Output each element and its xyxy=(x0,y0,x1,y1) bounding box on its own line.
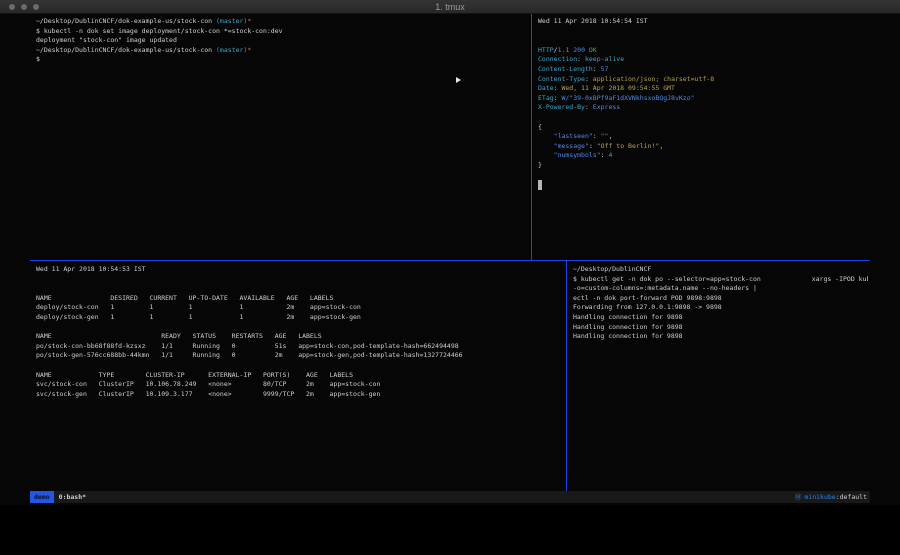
terminal-line xyxy=(36,275,562,285)
terminal-line xyxy=(538,113,868,123)
tmux-pane-border-vertical-bottom xyxy=(566,261,567,491)
terminal-line: Content-Length: 57 xyxy=(538,65,868,75)
tmux-status-left: demo 0:bash* xyxy=(30,491,86,503)
terminal-line: $ xyxy=(36,55,528,65)
terminal-line xyxy=(538,27,868,37)
terminal-line: { xyxy=(538,123,868,133)
terminal-line: $ kubectl get -n dok po --selector=app=s… xyxy=(573,275,868,285)
terminal-line: po/stock-con-bb68f88fd-kzsxz 1/1 Running… xyxy=(36,342,562,352)
terminal-line xyxy=(538,180,868,190)
terminal-line: } xyxy=(538,161,868,171)
pane-kubectl-resources[interactable]: Wed 11 Apr 2018 10:54:53 IST NAME DESIRE… xyxy=(36,265,562,489)
window-title: 1. tmux xyxy=(0,0,900,14)
terminal-line: ~/Desktop/DublinCNCF xyxy=(573,265,868,275)
terminal-line: "numsymbols": 4 xyxy=(538,151,868,161)
kube-namespace-label: :default xyxy=(836,491,867,503)
terminal-line: Date: Wed, 11 Apr 2018 09:54:55 GMT xyxy=(538,84,868,94)
terminal-line: Wed 11 Apr 2018 10:54:53 IST xyxy=(36,265,562,275)
terminal-line xyxy=(538,36,868,46)
terminal-line: NAME READY STATUS RESTARTS AGE LABELS xyxy=(36,332,562,342)
terminal-line: "lastseen": "", xyxy=(538,132,868,142)
terminal-line: svc/stock-con ClusterIP 10.106.78.249 <n… xyxy=(36,380,562,390)
tmux-pane-border-vertical-top xyxy=(531,14,532,260)
desktop: 1. tmux ~/Desktop/DublinCNCF/dok-example… xyxy=(0,0,900,555)
terminal-line xyxy=(538,171,868,181)
terminal-line xyxy=(36,361,562,371)
terminal-line: $ kubectl -n dok set image deployment/st… xyxy=(36,27,528,37)
terminal-line: po/stock-gen-576cc688bb-44kmn 1/1 Runnin… xyxy=(36,351,562,361)
terminal-line: -o=custom-columns=:metadata.name --no-he… xyxy=(573,284,868,294)
tmux-pane-border-horizontal xyxy=(30,260,870,261)
tmux-session-name[interactable]: demo xyxy=(30,491,54,503)
tmux-status-bar: demo 0:bash* Ⓜ minikube:default xyxy=(30,491,870,503)
window-titlebar: 1. tmux xyxy=(0,0,900,14)
pane-port-forward[interactable]: ~/Desktop/DublinCNCF$ kubectl get -n dok… xyxy=(573,265,868,489)
pane-shell-set-image[interactable]: ~/Desktop/DublinCNCF/dok-example-us/stoc… xyxy=(36,17,528,257)
terminal-line: Forwarding from 127.0.0.1:9898 -> 9898 xyxy=(573,303,868,313)
terminal-cursor xyxy=(538,180,542,190)
terminal-line: ~/Desktop/DublinCNCF/dok-example-us/stoc… xyxy=(36,17,528,27)
terminal-line: svc/stock-gen ClusterIP 10.109.3.177 <no… xyxy=(36,390,562,400)
terminal-line: deployment "stock-con" image updated xyxy=(36,36,528,46)
terminal-line: deploy/stock-con 1 1 1 1 2m app=stock-co… xyxy=(36,303,562,313)
terminal-line xyxy=(36,323,562,333)
terminal-line: X-Powered-By: Express xyxy=(538,103,868,113)
terminal-line: ectl -n dok port-forward POD 9898:9898 xyxy=(573,294,868,304)
kubernetes-minikube-icon: Ⓜ xyxy=(795,491,802,503)
terminal-line: Handling connection for 9898 xyxy=(573,313,868,323)
terminal-line: Handling connection for 9898 xyxy=(573,332,868,342)
kube-cluster-label: minikube xyxy=(804,491,835,503)
terminal-line: NAME TYPE CLUSTER-IP EXTERNAL-IP PORT(S)… xyxy=(36,371,562,381)
terminal-line: deploy/stock-gen 1 1 1 1 2m app=stock-ge… xyxy=(36,313,562,323)
terminal-line: ETag: W/"39-0xBPf9aF1dXVNkhsxoBQgJ8vKzo" xyxy=(538,94,868,104)
tmux-window-tab[interactable]: 0:bash* xyxy=(59,491,86,503)
pane-http-response[interactable]: Wed 11 Apr 2018 10:54:54 IST HTTP/1.1 20… xyxy=(538,17,868,257)
terminal-line: Wed 11 Apr 2018 10:54:54 IST xyxy=(538,17,868,27)
terminal-line xyxy=(36,284,562,294)
terminal-line: Handling connection for 9898 xyxy=(573,323,868,333)
tmux-status-right: Ⓜ minikube:default xyxy=(795,491,870,503)
terminal-line: Content-Type: application/json; charset=… xyxy=(538,75,868,85)
terminal-line: NAME DESIRED CURRENT UP-TO-DATE AVAILABL… xyxy=(36,294,562,304)
terminal-line: "message": "Off to Berlin!", xyxy=(538,142,868,152)
terminal-window: 1. tmux ~/Desktop/DublinCNCF/dok-example… xyxy=(0,0,900,505)
terminal-line: HTTP/1.1 200 OK xyxy=(538,46,868,56)
terminal-line: ~/Desktop/DublinCNCF/dok-example-us/stoc… xyxy=(36,46,528,56)
mouse-pointer xyxy=(456,77,461,83)
terminal-line: Connection: keep-alive xyxy=(538,55,868,65)
